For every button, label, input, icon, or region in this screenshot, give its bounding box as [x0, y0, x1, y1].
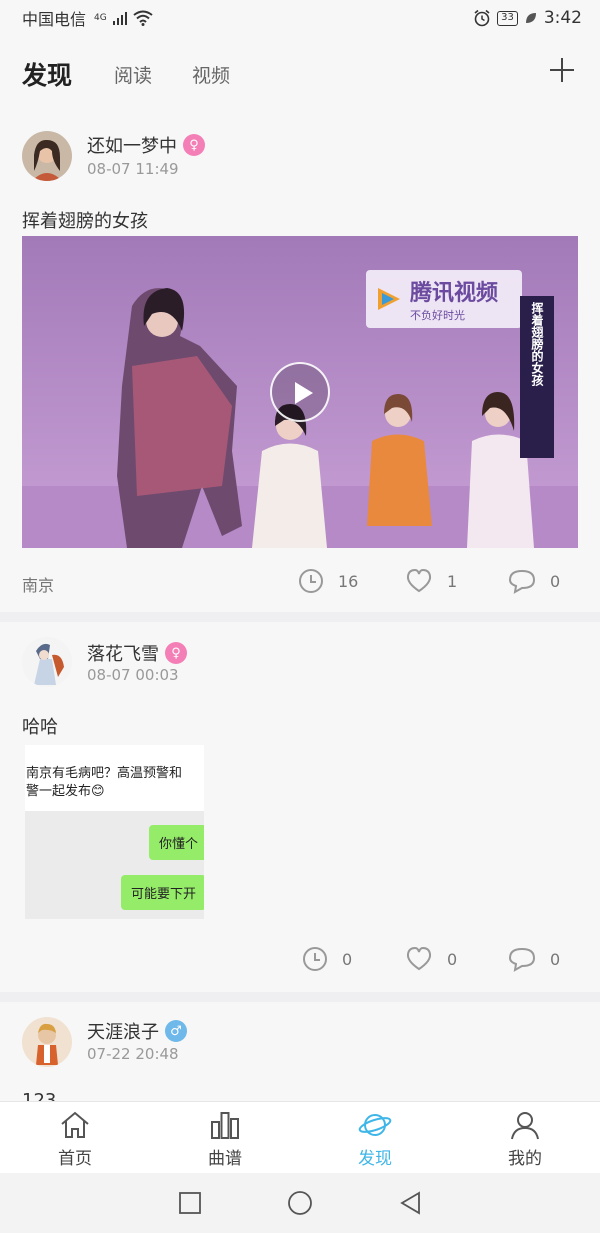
song-banner: 挥着翅膀的女孩: [520, 296, 554, 458]
nav-home[interactable]: 首页: [0, 1102, 150, 1173]
network-type: 4G: [94, 13, 107, 23]
female-icon: ♀: [165, 642, 187, 664]
back-button[interactable]: [399, 1191, 421, 1215]
username-text: 天涯浪子: [87, 1022, 159, 1043]
user-icon: [511, 1112, 539, 1140]
comment-icon: [508, 569, 536, 594]
clock-icon: [303, 947, 327, 971]
nav-label: 我的: [508, 1149, 542, 1169]
post-meta: 0 0 0: [0, 946, 600, 976]
video-thumbnail[interactable]: 腾讯视频 不负好时光 挥着翅膀的女孩: [22, 236, 578, 548]
recent-apps-button[interactable]: [179, 1192, 201, 1214]
chat-line-2: 警一起发布😊: [26, 784, 105, 799]
nav-discover[interactable]: 发现: [300, 1102, 450, 1173]
post-date: 08-07 00:03: [87, 666, 179, 684]
comment-button[interactable]: 0: [508, 568, 560, 594]
wifi-icon: [133, 10, 153, 26]
top-tabs: 发现 阅读 视频: [0, 46, 600, 102]
username[interactable]: 还如一梦中 ♀: [87, 132, 205, 158]
chat-line-1: 南京有毛病吧？高温预警和: [26, 766, 183, 781]
view-count-text: 0: [342, 949, 353, 969]
logo-slogan: 不负好时光: [410, 309, 465, 322]
planet-icon: [358, 1114, 392, 1136]
clock: 3:42: [543, 8, 582, 28]
like-count: 1: [447, 571, 458, 591]
bar-chart-icon: [211, 1112, 239, 1139]
status-bar: 中国电信 4G 33 3:42: [0, 0, 600, 36]
view-count[interactable]: 0: [302, 946, 352, 972]
home-button[interactable]: [287, 1190, 313, 1216]
chat-header: 南京有毛病吧？高温预警和 警一起发布😊: [25, 745, 204, 811]
post-date: 07-22 20:48: [87, 1045, 179, 1063]
like-button[interactable]: 0: [405, 946, 457, 972]
view-count[interactable]: 16: [298, 568, 358, 594]
avatar[interactable]: [22, 131, 72, 181]
like-button[interactable]: 1: [405, 568, 457, 594]
username-text: 还如一梦中: [87, 136, 177, 157]
bottom-nav: 首页 曲谱 发现 我的: [0, 1101, 600, 1173]
nav-label: 发现: [358, 1149, 392, 1169]
alarm-icon: [474, 9, 490, 27]
username[interactable]: 落花飞雪 ♀: [87, 640, 187, 666]
comment-count: 0: [550, 949, 561, 969]
carrier-label: 中国电信: [22, 10, 87, 29]
play-icon[interactable]: [270, 362, 330, 422]
tab-video[interactable]: 视频: [192, 61, 230, 88]
post-date: 08-07 11:49: [87, 160, 179, 178]
tab-read[interactable]: 阅读: [114, 61, 152, 88]
battery-icon: 33: [497, 10, 518, 26]
comment-button[interactable]: 0: [508, 946, 560, 972]
post-image[interactable]: 南京有毛病吧？高温预警和 警一起发布😊 你懂个 可能要下开: [25, 745, 204, 919]
post-text: 哈哈: [22, 717, 58, 738]
home-icon: [61, 1111, 89, 1138]
heart-icon: [406, 946, 432, 971]
heart-icon: [406, 568, 432, 593]
username[interactable]: 天涯浪子 ♂: [87, 1018, 187, 1044]
divider: [0, 612, 600, 622]
add-post-button[interactable]: [550, 58, 574, 82]
comment-icon: [508, 947, 536, 972]
play-logo-icon: [378, 288, 400, 310]
female-icon: ♀: [183, 134, 205, 156]
nav-label: 曲谱: [208, 1149, 242, 1169]
male-icon: ♂: [165, 1020, 187, 1042]
system-nav-bar: [0, 1173, 600, 1233]
nav-sheet-music[interactable]: 曲谱: [150, 1102, 300, 1173]
nav-label: 首页: [58, 1149, 92, 1169]
logo-title: 腾讯视频: [410, 281, 499, 306]
divider: [0, 992, 600, 1002]
avatar[interactable]: [22, 1017, 72, 1067]
tab-discover[interactable]: 发现: [22, 56, 72, 92]
avatar[interactable]: [22, 637, 72, 687]
leaf-icon: [525, 13, 536, 23]
view-count-text: 16: [338, 571, 359, 591]
comment-count: 0: [550, 571, 561, 591]
post-text: 挥着翅膀的女孩: [22, 211, 148, 232]
tencent-video-logo: 腾讯视频 不负好时光: [366, 270, 522, 328]
signal-icon: [112, 11, 127, 25]
chat-bubble: 可能要下开: [121, 875, 204, 910]
post-meta: 南京 16 1 0: [0, 568, 600, 598]
username-text: 落花飞雪: [87, 644, 159, 665]
like-count: 0: [447, 949, 458, 969]
nav-profile[interactable]: 我的: [450, 1102, 600, 1173]
chat-bubble: 你懂个: [149, 825, 204, 860]
clock-icon: [299, 569, 323, 593]
location: 南京: [22, 576, 55, 595]
